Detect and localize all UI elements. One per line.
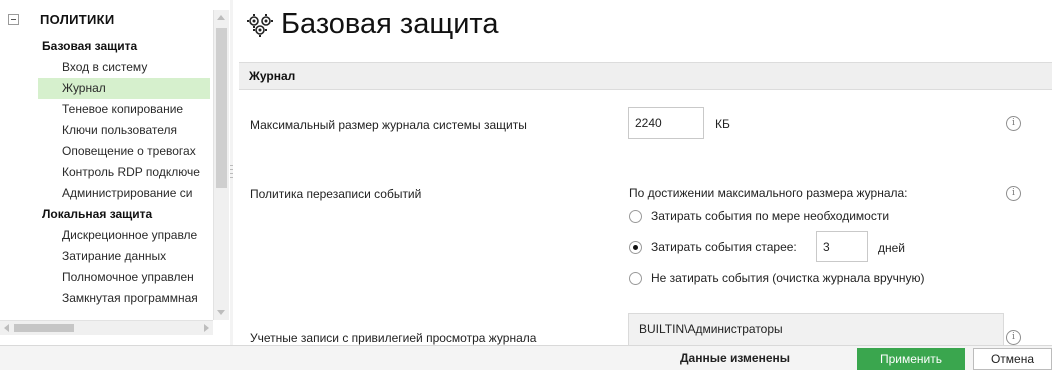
tree-item-shadow-copy[interactable]: Теневое копирование xyxy=(38,99,210,120)
section-header: Журнал xyxy=(239,62,1052,90)
tree-vertical-scrollbar[interactable] xyxy=(213,10,229,320)
accounts-info-icon[interactable]: i xyxy=(1006,330,1021,345)
radio-no-overwrite[interactable] xyxy=(629,272,642,285)
radio-overwrite-as-needed-label[interactable]: Затирать события по мере необходимости xyxy=(651,209,889,223)
apply-button[interactable]: Применить xyxy=(857,348,965,370)
scroll-up-icon[interactable] xyxy=(217,15,225,20)
overwrite-policy-label: Политика перезаписи событий xyxy=(250,187,422,201)
scroll-thumb[interactable] xyxy=(216,28,227,188)
accounts-label: Учетные записи с привилегией просмотра ж… xyxy=(250,331,537,345)
scroll-left-icon[interactable] xyxy=(4,324,9,332)
cancel-button[interactable]: Отмена xyxy=(973,348,1052,370)
tree-root-label[interactable]: ПОЛИТИКИ xyxy=(40,12,115,27)
max-size-unit: КБ xyxy=(715,117,730,131)
scroll-right-icon[interactable] xyxy=(204,324,209,332)
policy-tree: Базовая защита Вход в систему Журнал Тен… xyxy=(38,36,210,309)
radio-overwrite-as-needed[interactable] xyxy=(629,210,642,223)
accounts-list[interactable]: BUILTIN\Администраторы xyxy=(628,313,1004,345)
tree-group-local-protection[interactable]: Локальная защита xyxy=(38,204,210,225)
tree-item-administration[interactable]: Администрирование си xyxy=(38,183,210,204)
days-input[interactable]: 3 xyxy=(816,231,868,262)
radio-overwrite-older-than[interactable] xyxy=(629,241,642,254)
tree-item-login[interactable]: Вход в систему xyxy=(38,57,210,78)
tree-horizontal-scrollbar[interactable] xyxy=(0,320,213,335)
accounts-list-item[interactable]: BUILTIN\Администраторы xyxy=(639,322,783,336)
tree-item-discretionary-control[interactable]: Дискреционное управле xyxy=(38,225,210,246)
page-title: Базовая защита xyxy=(245,8,498,41)
max-size-label: Максимальный размер журнала системы защи… xyxy=(250,118,527,132)
footer-bar: Данные изменены Применить Отмена xyxy=(0,345,1052,370)
tree-item-data-wiping[interactable]: Затирание данных xyxy=(38,246,210,267)
status-text: Данные изменены xyxy=(680,351,790,365)
tree-item-mandatory-control[interactable]: Полномочное управлен xyxy=(38,267,210,288)
max-size-input[interactable]: 2240 xyxy=(628,107,704,139)
page-title-text: Базовая защита xyxy=(281,8,499,40)
collapse-tree-icon[interactable] xyxy=(8,14,19,25)
days-unit: дней xyxy=(878,241,906,255)
policy-tree-panel: ПОЛИТИКИ Базовая защита Вход в систему Ж… xyxy=(0,0,230,345)
max-size-info-icon[interactable]: i xyxy=(1006,116,1021,131)
tree-item-rdp-control[interactable]: Контроль RDP подключе xyxy=(38,162,210,183)
radio-overwrite-older-than-label[interactable]: Затирать события старее: xyxy=(651,240,797,254)
overwrite-hint: По достижении максимального размера журн… xyxy=(629,186,908,200)
tree-item-user-keys[interactable]: Ключи пользователя xyxy=(38,120,210,141)
tree-item-closed-software[interactable]: Замкнутая программная xyxy=(38,288,210,309)
settings-pane: Базовая защита Журнал Максимальный разме… xyxy=(233,0,1052,345)
scroll-thumb-horizontal[interactable] xyxy=(14,324,74,332)
scroll-down-icon[interactable] xyxy=(217,310,225,315)
shield-gears-icon xyxy=(247,13,273,37)
tree-item-alarm-notification[interactable]: Оповещение о тревогах xyxy=(38,141,210,162)
section-header-label: Журнал xyxy=(249,69,296,83)
radio-no-overwrite-label[interactable]: Не затирать события (очистка журнала вру… xyxy=(651,271,924,285)
tree-group-basic-protection[interactable]: Базовая защита xyxy=(38,36,210,57)
overwrite-info-icon[interactable]: i xyxy=(1006,186,1021,201)
tree-item-journal[interactable]: Журнал xyxy=(38,78,210,99)
